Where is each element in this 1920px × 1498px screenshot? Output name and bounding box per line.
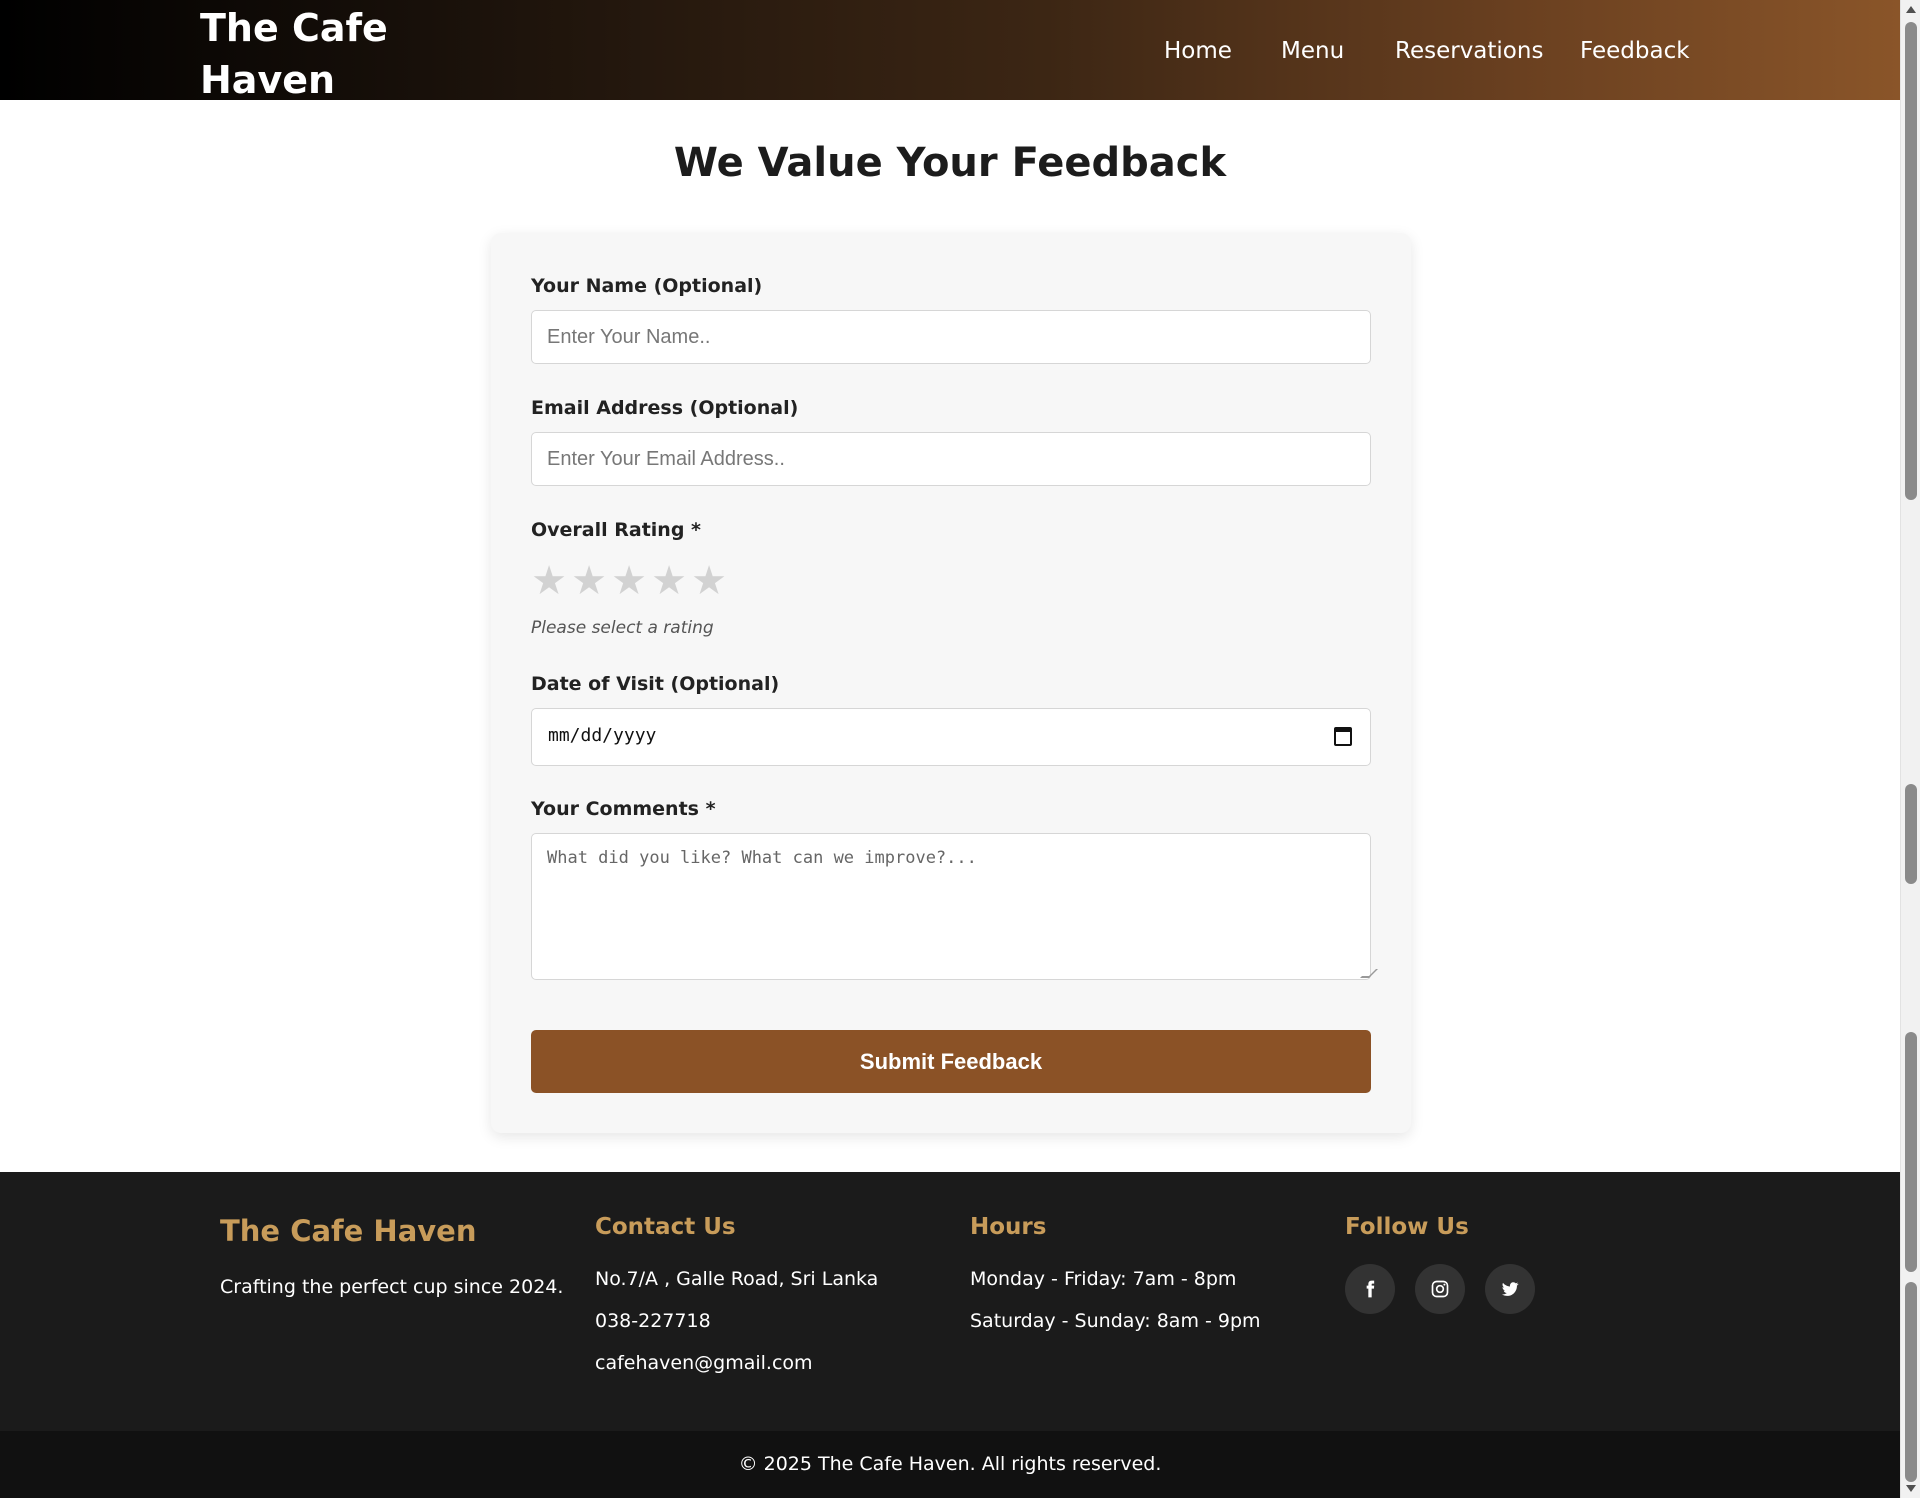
rating-label: Overall Rating * — [531, 519, 701, 541]
date-label: Date of Visit (Optional) — [531, 673, 780, 695]
copyright-bar: © 2025 The Cafe Haven. All rights reserv… — [0, 1431, 1900, 1498]
nav-link-home[interactable]: Home — [1164, 34, 1232, 68]
email-label: Email Address (Optional) — [531, 397, 799, 419]
footer-tagline: Crafting the perfect cup since 2024. — [220, 1276, 564, 1298]
nav-link-reservations[interactable]: Reservations — [1395, 34, 1543, 68]
follow-heading: Follow Us — [1345, 1214, 1469, 1240]
page-title: We Value Your Feedback — [673, 140, 1227, 186]
nav-link-feedback[interactable]: Feedback — [1580, 34, 1690, 68]
instagram-icon[interactable] — [1415, 1264, 1465, 1314]
page-scrollbar[interactable] — [1900, 0, 1920, 1498]
feedback-form: Your Name (Optional) Email Address (Opti… — [491, 233, 1411, 1133]
comments-textarea[interactable] — [531, 833, 1371, 980]
date-placeholder: mm/dd/yyyy — [548, 725, 657, 746]
comments-label: Your Comments * — [531, 798, 716, 820]
hours-weekdays: Monday - Friday: 7am - 8pm — [970, 1268, 1237, 1290]
twitter-icon[interactable] — [1485, 1264, 1535, 1314]
contact-heading: Contact Us — [595, 1214, 736, 1240]
name-input[interactable] — [531, 310, 1371, 364]
star-icon[interactable]: ★ — [569, 559, 609, 603]
email-input[interactable] — [531, 432, 1371, 486]
facebook-icon[interactable] — [1345, 1264, 1395, 1314]
hours-weekend: Saturday - Sunday: 8am - 9pm — [970, 1310, 1261, 1332]
site-header: The Cafe Haven Home Menu Reservations Fe… — [0, 0, 1900, 102]
scroll-down-arrow-icon[interactable] — [1906, 1485, 1916, 1492]
main-nav: Home Menu Reservations Feedback — [0, 34, 1900, 68]
contact-email: cafehaven@gmail.com — [595, 1352, 813, 1374]
contact-phone: 038-227718 — [595, 1310, 711, 1332]
scroll-marker — [1905, 1282, 1917, 1482]
site-footer: The Cafe Haven Crafting the perfect cup … — [0, 1172, 1900, 1431]
scroll-thumb[interactable] — [1905, 22, 1917, 500]
hours-heading: Hours — [970, 1214, 1047, 1240]
scroll-marker — [1905, 784, 1917, 884]
star-icon[interactable]: ★ — [649, 559, 689, 603]
scroll-marker — [1905, 1032, 1917, 1272]
star-icon[interactable]: ★ — [529, 559, 569, 603]
copyright-text: © 2025 The Cafe Haven. All rights reserv… — [738, 1453, 1162, 1475]
star-icon[interactable]: ★ — [609, 559, 649, 603]
contact-address: No.7/A , Galle Road, Sri Lanka — [595, 1268, 879, 1290]
star-rating: ★ ★ ★ ★ ★ — [529, 559, 729, 603]
scroll-up-arrow-icon[interactable] — [1906, 6, 1916, 13]
name-label: Your Name (Optional) — [531, 275, 763, 297]
star-icon[interactable]: ★ — [689, 559, 729, 603]
submit-feedback-button[interactable]: Submit Feedback — [531, 1030, 1371, 1093]
footer-brand: The Cafe Haven — [220, 1214, 477, 1248]
nav-link-menu[interactable]: Menu — [1281, 34, 1344, 68]
rating-hint: Please select a rating — [531, 618, 714, 638]
calendar-icon[interactable] — [1334, 727, 1352, 746]
visit-date-input[interactable]: mm/dd/yyyy — [531, 708, 1371, 766]
